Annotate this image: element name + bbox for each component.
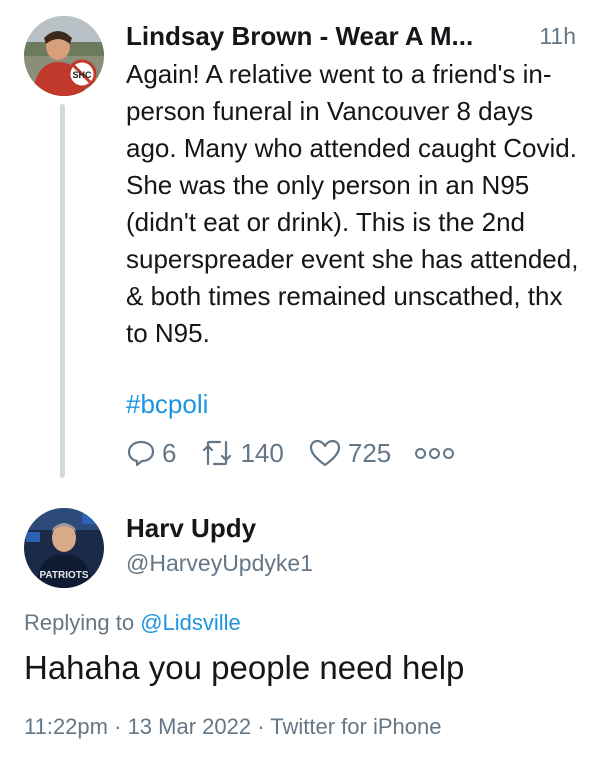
retweet-icon (203, 440, 232, 466)
more-icon (415, 447, 427, 459)
tweet-timestamp[interactable]: 11h (539, 18, 576, 54)
thread-connector-line (60, 104, 65, 478)
meta-separator: · (257, 714, 265, 739)
tweet-header: Lindsay Brown - Wear A M... 11h (126, 18, 576, 54)
meta-separator: · (114, 714, 122, 739)
reply-button[interactable]: 6 (126, 438, 176, 469)
reply-time[interactable]: 11:22pm (24, 714, 108, 739)
like-count: 725 (347, 437, 392, 468)
more-icon (443, 447, 455, 459)
reply-count: 6 (162, 437, 177, 468)
author-avatar-image: SHC (24, 16, 104, 96)
hashtag-link[interactable]: #bcpoli (126, 386, 208, 423)
tweet-actions: 6 140 725 (126, 433, 457, 473)
reply-author-name[interactable]: Harv Updy (126, 510, 256, 546)
reply-source: Twitter for iPhone (270, 714, 442, 739)
avatar-badge-text: SHC (72, 70, 92, 80)
original-tweet: SHC Lindsay Brown - Wear A M... 11h Agai… (0, 0, 596, 490)
reply-avatar-text: PATRIOTS (39, 570, 88, 581)
reply-avatar-image: PATRIOTS (24, 508, 104, 588)
like-button[interactable]: 725 (308, 438, 391, 469)
retweet-button[interactable]: 140 (200, 437, 284, 469)
replying-to-line: Replying to @Lidsville (24, 608, 241, 638)
more-icon (429, 447, 441, 459)
author-name[interactable]: Lindsay Brown - Wear A M... (126, 21, 473, 51)
reply-author-avatar[interactable]: PATRIOTS (24, 508, 104, 588)
reply-date[interactable]: 13 Mar 2022 (128, 714, 252, 739)
author-avatar[interactable]: SHC (24, 16, 104, 96)
reply-icon (127, 440, 155, 467)
more-options-button[interactable] (415, 447, 457, 459)
replying-to-mention[interactable]: @Lidsville (140, 610, 241, 635)
reply-author-handle[interactable]: @HarveyUpdyke1 (126, 546, 313, 580)
heart-icon (309, 439, 340, 467)
retweet-count: 140 (240, 437, 284, 468)
reply-text: Hahaha you people need help (24, 649, 465, 686)
replying-to-prefix: Replying to (24, 610, 135, 635)
tweet-text: Again! A relative went to a friend's in-… (126, 59, 579, 348)
reply-tweet: PATRIOTS Harv Updy @HarveyUpdyke1 Replyi… (0, 490, 596, 774)
reply-metadata: 11:22pm · 13 Mar 2022 · Twitter for iPho… (24, 712, 441, 742)
